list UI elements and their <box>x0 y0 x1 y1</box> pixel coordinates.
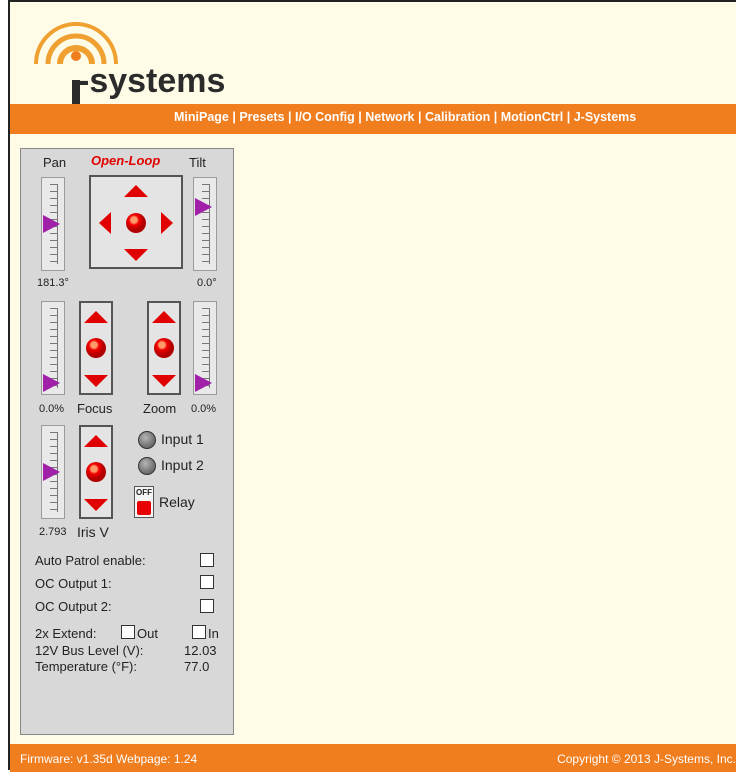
iris-slider-thumb[interactable] <box>43 463 60 481</box>
iris-slider[interactable] <box>41 425 65 519</box>
pan-tilt-stop-button[interactable] <box>126 213 146 233</box>
zoom-slider-thumb[interactable] <box>195 374 212 392</box>
bus-level-label: 12V Bus Level (V): <box>35 643 144 658</box>
iris-value: 2.793 <box>39 526 67 538</box>
focus-down-arrow[interactable] <box>84 375 108 387</box>
focus-stop-button[interactable] <box>86 338 106 358</box>
zoom-up-arrow[interactable] <box>152 311 176 323</box>
focus-label: Focus <box>77 401 113 416</box>
auto-patrol-label: Auto Patrol enable: <box>35 553 146 568</box>
iris-stop-button[interactable] <box>86 462 106 482</box>
nav-link-calibration[interactable]: Calibration <box>425 110 490 124</box>
nav-separator: | <box>566 110 571 124</box>
extend-in-checkbox[interactable] <box>192 625 206 639</box>
focus-slider-thumb[interactable] <box>43 374 60 392</box>
oc-output-1-checkbox[interactable] <box>200 575 214 589</box>
zoom-slider[interactable] <box>193 301 217 395</box>
relay-label: Relay <box>159 494 195 510</box>
oc-output-2-label: OC Output 2: <box>35 599 112 614</box>
input-1-led-icon <box>138 431 156 449</box>
zoom-value: 0.0% <box>191 403 217 415</box>
tilt-slider-thumb[interactable] <box>195 197 212 216</box>
extend-label: 2x Extend: <box>35 626 97 641</box>
input-1-label: Input 1 <box>161 431 204 447</box>
auto-patrol-checkbox[interactable] <box>200 553 214 567</box>
temperature-label: Temperature (°F): <box>35 659 138 674</box>
copyright: Copyright © 2013 J-Systems, Inc. <box>557 752 736 766</box>
svg-text:-systems: -systems <box>78 62 225 100</box>
focus-control <box>79 301 113 395</box>
page-frame: -systems MiniPage | Presets | I/O Config… <box>8 0 736 772</box>
input-2-label: Input 2 <box>161 457 204 473</box>
nav-separator: | <box>232 110 236 124</box>
tilt-label: Tilt <box>189 155 206 170</box>
pan-left-arrow[interactable] <box>99 212 111 234</box>
relay-toggle[interactable]: OFF <box>134 486 154 518</box>
relay-state-text: OFF <box>136 488 152 497</box>
tilt-value: 0.0° <box>197 277 217 289</box>
pan-slider[interactable] <box>41 177 65 271</box>
nav-link-network[interactable]: Network <box>365 110 414 124</box>
focus-up-arrow[interactable] <box>84 311 108 323</box>
iris-up-arrow[interactable] <box>84 435 108 447</box>
nav-link-j-systems[interactable]: J-Systems <box>574 110 637 124</box>
relay-indicator-icon <box>137 501 151 515</box>
bus-level-value: 12.03 <box>184 643 217 658</box>
nav-separator: | <box>288 110 292 124</box>
nav-link-presets[interactable]: Presets <box>239 110 284 124</box>
tilt-slider[interactable] <box>193 177 217 271</box>
zoom-down-arrow[interactable] <box>152 375 176 387</box>
pan-label: Pan <box>43 155 67 170</box>
oc-output-2-checkbox[interactable] <box>200 599 214 613</box>
temperature-value: 77.0 <box>184 659 210 674</box>
footer-bar: Firmware: v1.35d Webpage: 1.24 Copyright… <box>10 744 736 772</box>
firmware-version: Firmware: v1.35d Webpage: 1.24 <box>20 752 198 766</box>
input-2-led-icon <box>138 457 156 475</box>
oc-output-1-label: OC Output 1: <box>35 576 112 591</box>
nav-link-minipage[interactable]: MiniPage <box>174 110 229 124</box>
nav-link-io-config[interactable]: I/O Config <box>295 110 355 124</box>
pan-value: 181.3° <box>37 277 69 289</box>
control-panel: Pan Open-Loop Tilt 181.3° 0.0° 0.0% Focu… <box>20 148 234 735</box>
zoom-stop-button[interactable] <box>154 338 174 358</box>
nav-separator: | <box>493 110 498 124</box>
nav-separator: | <box>358 110 362 124</box>
pan-slider-thumb[interactable] <box>43 215 60 233</box>
zoom-control <box>147 301 181 395</box>
extend-in-label: In <box>208 626 219 641</box>
zoom-label: Zoom <box>143 401 177 416</box>
focus-value: 0.0% <box>39 403 65 415</box>
iris-control <box>79 425 113 519</box>
nav-menu: MiniPage | Presets | I/O Config | Networ… <box>174 110 636 124</box>
nav-separator: | <box>418 110 422 124</box>
focus-slider[interactable] <box>41 301 65 395</box>
pan-right-arrow[interactable] <box>161 212 173 234</box>
nav-link-motionctrl[interactable]: MotionCtrl <box>501 110 563 124</box>
tilt-up-arrow[interactable] <box>124 185 148 197</box>
pan-tilt-pad <box>89 175 183 269</box>
iris-down-arrow[interactable] <box>84 499 108 511</box>
control-mode-label: Open-Loop <box>91 153 161 168</box>
tilt-slider-scale <box>202 184 210 264</box>
extend-out-checkbox[interactable] <box>121 625 135 639</box>
iris-label: Iris V <box>77 524 109 540</box>
extend-out-label: Out <box>137 626 158 641</box>
tilt-down-arrow[interactable] <box>124 249 148 261</box>
